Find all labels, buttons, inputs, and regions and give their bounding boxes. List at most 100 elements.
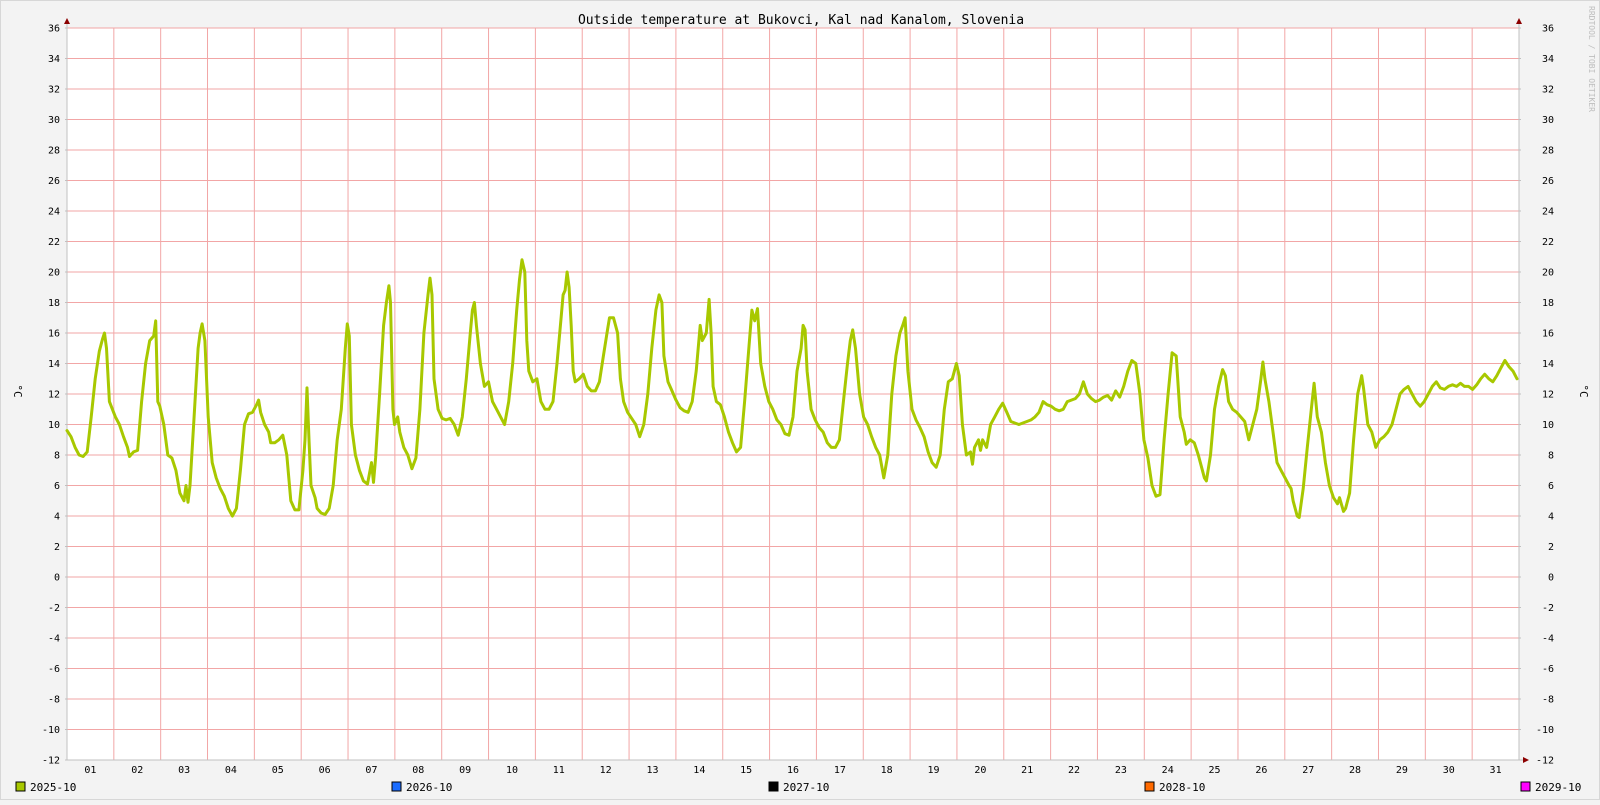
y-tick-label-left: 24 xyxy=(48,207,60,218)
y-tick-label-left: 16 xyxy=(48,329,60,340)
watermark: RRDTOOL / TOBI OETIKER xyxy=(1587,6,1596,112)
y-tick-label-left: 28 xyxy=(48,146,60,157)
y-tick-label-right: -12 xyxy=(1536,756,1554,767)
x-tick-label: 04 xyxy=(225,765,237,776)
x-tick-label: 28 xyxy=(1349,765,1361,776)
y-tick-label-right: 36 xyxy=(1542,24,1554,35)
y-tick-label-right: 0 xyxy=(1548,573,1554,584)
y-tick-label-right: 34 xyxy=(1542,54,1554,65)
y-tick-label-right: 28 xyxy=(1542,146,1554,157)
y-tick-label-left: 26 xyxy=(48,176,60,187)
legend-swatch xyxy=(391,781,402,792)
x-tick-label: 21 xyxy=(1021,765,1033,776)
y-tick-label-right: 16 xyxy=(1542,329,1554,340)
x-tick-label: 17 xyxy=(834,765,846,776)
x-tick-label: 02 xyxy=(131,765,143,776)
y-tick-label-left: -2 xyxy=(48,603,60,614)
legend-label: 2029-10 xyxy=(1535,781,1581,794)
legend-swatch xyxy=(1520,781,1531,792)
y-tick-label-left: 0 xyxy=(54,573,60,584)
y-tick-label-left: 32 xyxy=(48,85,60,96)
x-tick-label: 05 xyxy=(272,765,284,776)
legend-label: 2026-10 xyxy=(406,781,452,794)
y-tick-label-right: 22 xyxy=(1542,237,1554,248)
y-tick-label-left: 6 xyxy=(54,481,60,492)
y-tick-label-left: -8 xyxy=(48,695,60,706)
y-tick-label-right: 24 xyxy=(1542,207,1554,218)
y-tick-label-left: 2 xyxy=(54,542,60,553)
x-tick-label: 11 xyxy=(553,765,565,776)
y-tick-label-left: 30 xyxy=(48,115,60,126)
y-tick-label-right: -6 xyxy=(1542,664,1554,675)
y-tick-label-left: -6 xyxy=(48,664,60,675)
y-tick-label-left: 20 xyxy=(48,268,60,279)
y-tick-label-right: 32 xyxy=(1542,85,1554,96)
x-tick-label: 08 xyxy=(412,765,424,776)
x-tick-label: 26 xyxy=(1255,765,1267,776)
y-tick-label-right: -2 xyxy=(1542,603,1554,614)
legend-item: 2028-10 xyxy=(1144,781,1205,794)
y-tick-label-left: 14 xyxy=(48,359,60,370)
y-tick-label-right: 20 xyxy=(1542,268,1554,279)
x-tick-label: 20 xyxy=(974,765,986,776)
y-tick-label-left: 10 xyxy=(48,420,60,431)
x-tick-label: 12 xyxy=(600,765,612,776)
legend-item: 2027-10 xyxy=(768,781,829,794)
y-axis-label-right: °C xyxy=(1577,384,1590,397)
legend-label: 2025-10 xyxy=(30,781,76,794)
legend-item: 2026-10 xyxy=(391,781,452,794)
y-axis-right-ticks: 363432302826242220181614121086420-2-4-6-… xyxy=(1536,24,1554,767)
x-tick-label: 24 xyxy=(1162,765,1174,776)
y-tick-label-right: -4 xyxy=(1542,634,1554,645)
legend-swatch xyxy=(768,781,779,792)
temperature-chart: 363432302826242220181614121086420-2-4-6-… xyxy=(11,6,1596,794)
y-tick-label-right: 30 xyxy=(1542,115,1554,126)
y-tick-label-right: 14 xyxy=(1542,359,1554,370)
x-tick-label: 29 xyxy=(1396,765,1408,776)
x-tick-label: 15 xyxy=(740,765,752,776)
y-axis-left-ticks: 363432302826242220181614121086420-2-4-6-… xyxy=(42,24,60,767)
legend-swatch xyxy=(1144,781,1155,792)
y-tick-label-left: 36 xyxy=(48,24,60,35)
x-tick-label: 06 xyxy=(319,765,331,776)
y-tick-label-left: 18 xyxy=(48,298,60,309)
y-tick-label-left: -10 xyxy=(42,725,60,736)
chart-frame: 36 34 32 30 28 26 24 22 20 18 16 14 12 10 8 6 4 2 0 -2 -4 -6-… xyxy=(0,0,1600,800)
chart-title: Outside temperature at Bukovci, Kal nad … xyxy=(578,13,1024,28)
y-tick-label-left: 12 xyxy=(48,390,60,401)
x-tick-label: 09 xyxy=(459,765,471,776)
y-tick-label-right: 2 xyxy=(1548,542,1554,553)
x-tick-label: 19 xyxy=(927,765,939,776)
y-tick-label-right: 6 xyxy=(1548,481,1554,492)
x-tick-label: 10 xyxy=(506,765,518,776)
x-tick-label: 03 xyxy=(178,765,190,776)
y-tick-label-right: 4 xyxy=(1548,512,1554,523)
x-tick-label: 13 xyxy=(646,765,658,776)
y-axis-right-arrow xyxy=(1516,18,1522,24)
y-tick-label-left: 34 xyxy=(48,54,60,65)
y-axis-label-left: °C xyxy=(11,384,24,397)
x-tick-label: 30 xyxy=(1443,765,1455,776)
y-tick-label-right: 8 xyxy=(1548,451,1554,462)
y-tick-label-left: -4 xyxy=(48,634,60,645)
x-tick-label: 18 xyxy=(881,765,893,776)
y-tick-label-right: 18 xyxy=(1542,298,1554,309)
y-tick-label-right: 10 xyxy=(1542,420,1554,431)
x-tick-label: 14 xyxy=(693,765,705,776)
x-tick-label: 01 xyxy=(84,765,96,776)
x-axis-arrow xyxy=(1523,757,1529,763)
y-tick-label-right: -10 xyxy=(1536,725,1554,736)
x-axis-ticks: 01 02 03 04 05 06 07 08 09 10 11 12 13 14 15 16 17 18 19 20… xyxy=(84,765,1501,776)
legend-item: 2029-10 xyxy=(1520,781,1581,794)
y-tick-label-left: -12 xyxy=(42,756,60,767)
y-tick-label-right: -8 xyxy=(1542,695,1554,706)
x-tick-label: 23 xyxy=(1115,765,1127,776)
legend-swatch xyxy=(15,781,26,792)
y-tick-label-left: 8 xyxy=(54,451,60,462)
legend: 2025-10 2026-10 2027-10 2028-10 2029-10 xyxy=(15,781,1581,794)
x-tick-label: 25 xyxy=(1209,765,1221,776)
y-tick-label-right: 26 xyxy=(1542,176,1554,187)
y-tick-label-right: 12 xyxy=(1542,390,1554,401)
x-tick-label: 31 xyxy=(1490,765,1502,776)
legend-label: 2028-10 xyxy=(1159,781,1205,794)
